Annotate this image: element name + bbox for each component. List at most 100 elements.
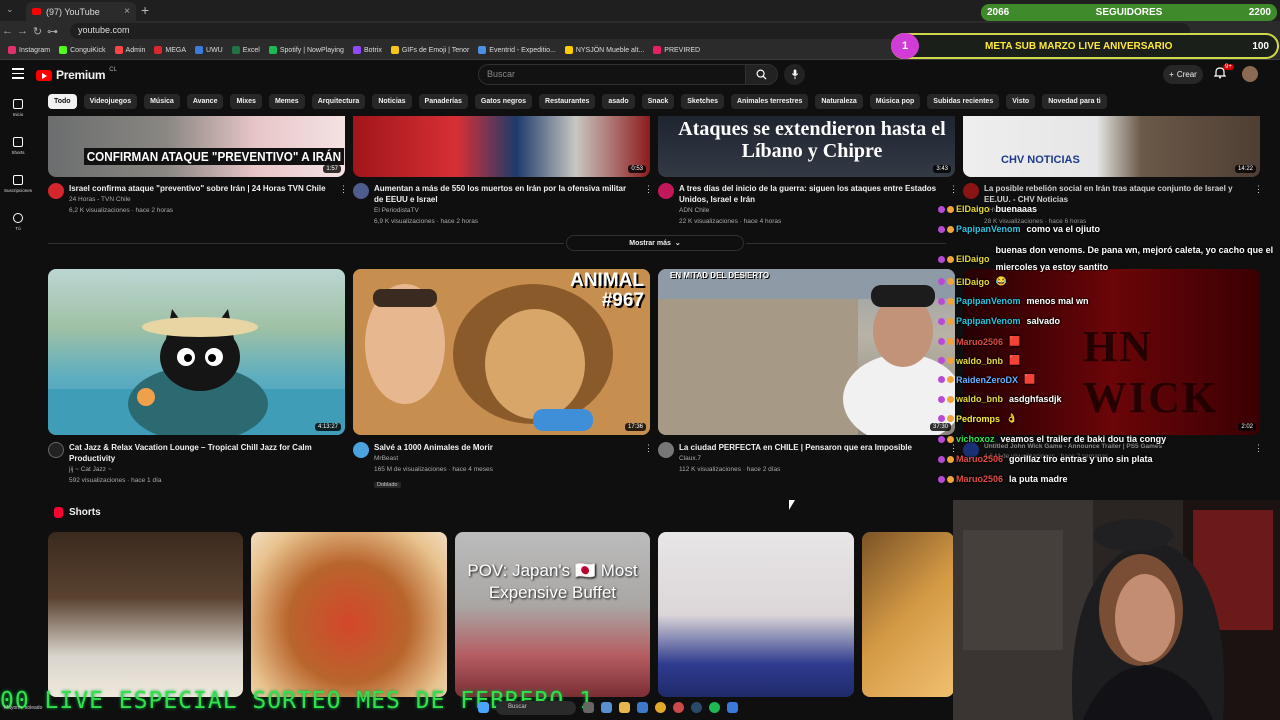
category-chip[interactable]: Mixes: [230, 94, 262, 109]
chat-user[interactable]: PapipanVenom: [938, 224, 1021, 234]
chat-user[interactable]: RaidenZeroDX: [938, 374, 1018, 385]
search-button[interactable]: [746, 64, 778, 85]
video-card[interactable]: 0:53: [353, 116, 650, 177]
category-chip[interactable]: Subidas recientes: [927, 94, 1000, 109]
category-chip[interactable]: Novedad para ti: [1042, 94, 1107, 109]
bookmark-item[interactable]: Eventrid - Expeditio...: [478, 46, 556, 54]
close-tab-icon[interactable]: ×: [124, 6, 130, 17]
chat-user[interactable]: Maruo2506: [938, 474, 1003, 484]
chat-user[interactable]: vichoxoz: [938, 434, 995, 444]
guide-item[interactable]: Suscripciones: [0, 171, 36, 209]
category-chip[interactable]: Naturaleza: [815, 94, 863, 109]
category-chip[interactable]: Música: [144, 94, 180, 109]
video-thumbnail[interactable]: ANIMAL #967 17:36: [353, 269, 650, 435]
chat-user[interactable]: ElDaigo: [938, 242, 990, 276]
browser-tab-youtube[interactable]: (97) YouTube ×: [26, 2, 136, 21]
file-explorer-icon[interactable]: [619, 702, 630, 713]
category-chip[interactable]: Restaurantes: [539, 94, 596, 109]
video-options-icon[interactable]: ⋮: [949, 184, 958, 195]
create-button[interactable]: + Crear: [1163, 65, 1203, 84]
menu-icon[interactable]: [12, 68, 24, 82]
new-tab-button[interactable]: +: [141, 2, 149, 18]
video-card[interactable]: EN MITAD DEL DESIERTO 37:30: [658, 269, 955, 435]
video-card[interactable]: CHV NOTICIAS 14:22: [963, 116, 1260, 177]
weather-widget[interactable]: Mayorm. soleado: [4, 705, 42, 711]
bookmark-item[interactable]: GIFs de Emoji | Tenor: [390, 46, 469, 54]
video-title[interactable]: Israel confirma ataque "preventivo" sobr…: [69, 183, 326, 194]
app-icon[interactable]: [727, 702, 738, 713]
short-card[interactable]: [48, 532, 243, 697]
category-chip[interactable]: Panaderías: [418, 94, 468, 109]
short-card[interactable]: POV: Japan's 🇯🇵 Most Expensive Buffet: [455, 532, 650, 697]
forward-icon[interactable]: →: [15, 25, 30, 37]
video-thumbnail[interactable]: HN WICK 2:02: [963, 269, 1260, 435]
channel-avatar[interactable]: [658, 183, 674, 199]
video-thumbnail[interactable]: CONFIRMAN ATAQUE "PREVENTIVO" A IRÁN 1:5…: [48, 116, 345, 177]
bookmark-item[interactable]: PREVIRED: [653, 46, 700, 54]
bookmark-item[interactable]: NYSJÖN Mueble alt...: [564, 46, 644, 54]
show-more-button[interactable]: Mostrar más ⌄: [566, 235, 744, 251]
bookmark-item[interactable]: ConguiKick: [59, 46, 106, 54]
taskbar-search[interactable]: Buscar: [496, 700, 576, 715]
app-icon[interactable]: [673, 702, 684, 713]
short-card[interactable]: [251, 532, 447, 697]
channel-name[interactable]: Claux.7: [679, 453, 912, 464]
category-chip[interactable]: Memes: [268, 94, 305, 109]
video-thumbnail[interactable]: EN MITAD DEL DESIERTO 37:30: [658, 269, 955, 435]
search-input[interactable]: Buscar: [478, 64, 746, 85]
video-thumbnail[interactable]: Ataques se extendieron hasta el Líbano y…: [658, 116, 955, 177]
video-options-icon[interactable]: ⋮: [1254, 443, 1263, 454]
video-options-icon[interactable]: ⋮: [949, 443, 958, 454]
video-card[interactable]: HN WICK 2:02: [963, 269, 1260, 435]
chat-user[interactable]: waldo_bnb: [938, 355, 1003, 366]
category-chip[interactable]: Avance: [186, 94, 224, 109]
bookmark-item[interactable]: Instagram: [8, 46, 50, 54]
account-avatar[interactable]: [1242, 66, 1258, 82]
category-chip[interactable]: Gatos negros: [474, 94, 533, 109]
channel-name[interactable]: MrBeast: [374, 453, 493, 464]
back-icon[interactable]: ←: [0, 25, 15, 37]
guide-item[interactable]: Tú: [0, 209, 36, 247]
video-options-icon[interactable]: ⋮: [1254, 184, 1263, 195]
chat-user[interactable]: ElDaigo: [938, 276, 990, 287]
channel-avatar[interactable]: [353, 183, 369, 199]
reload-icon[interactable]: ↻: [30, 25, 45, 38]
category-chip[interactable]: Animales terrestres: [731, 94, 809, 109]
bookmark-item[interactable]: Excel: [231, 46, 260, 54]
widgets-icon[interactable]: [601, 702, 612, 713]
video-thumbnail[interactable]: 4:13:27: [48, 269, 345, 435]
bookmark-item[interactable]: UWU: [195, 46, 223, 54]
chat-user[interactable]: Maruo2506: [938, 336, 1003, 347]
bookmark-item[interactable]: MEGA: [154, 46, 186, 54]
channel-name[interactable]: jij ~ Cat Jazz ~: [69, 464, 333, 475]
video-card[interactable]: ANIMAL #967 17:36: [353, 269, 650, 435]
bookmark-item[interactable]: Botrix: [352, 46, 382, 54]
category-chip[interactable]: asado: [602, 94, 635, 109]
category-chip[interactable]: Visto: [1006, 94, 1036, 109]
video-thumbnail[interactable]: 0:53: [353, 116, 650, 177]
short-card[interactable]: [862, 532, 954, 697]
channel-avatar[interactable]: [48, 442, 64, 458]
category-chip[interactable]: Sketches: [681, 94, 724, 109]
video-thumbnail[interactable]: CHV NOTICIAS 14:22: [963, 116, 1260, 177]
spotify-icon[interactable]: [709, 702, 720, 713]
guide-item[interactable]: Inicio: [0, 95, 36, 133]
video-card[interactable]: CONFIRMAN ATAQUE "PREVENTIVO" A IRÁN 1:5…: [48, 116, 345, 177]
video-title[interactable]: La ciudad PERFECTA en CHILE | Pensaron q…: [679, 442, 912, 453]
channel-name[interactable]: El PeriodistaTV: [374, 205, 633, 216]
category-chip[interactable]: Videojuegos: [83, 94, 138, 109]
youtube-logo[interactable]: Premium CL: [36, 67, 117, 82]
tab-search-icon[interactable]: ⌄: [6, 4, 14, 15]
channel-avatar[interactable]: [658, 442, 674, 458]
video-title[interactable]: A tres días del inicio de la guerra: sig…: [679, 183, 940, 205]
channel-name[interactable]: ADN Chile: [679, 205, 940, 216]
guide-item[interactable]: Shorts: [0, 133, 36, 171]
chat-user[interactable]: waldo_bnb: [938, 394, 1003, 404]
video-options-icon[interactable]: ⋮: [339, 184, 348, 195]
video-title[interactable]: La posible rebelión social en Irán tras …: [984, 183, 1248, 205]
video-options-icon[interactable]: ⋮: [644, 184, 653, 195]
chat-user[interactable]: PapipanVenom: [938, 316, 1021, 326]
channel-avatar[interactable]: [963, 183, 979, 199]
video-title[interactable]: Salvé a 1000 Animales de Morir: [374, 442, 493, 453]
channel-avatar[interactable]: [48, 183, 64, 199]
